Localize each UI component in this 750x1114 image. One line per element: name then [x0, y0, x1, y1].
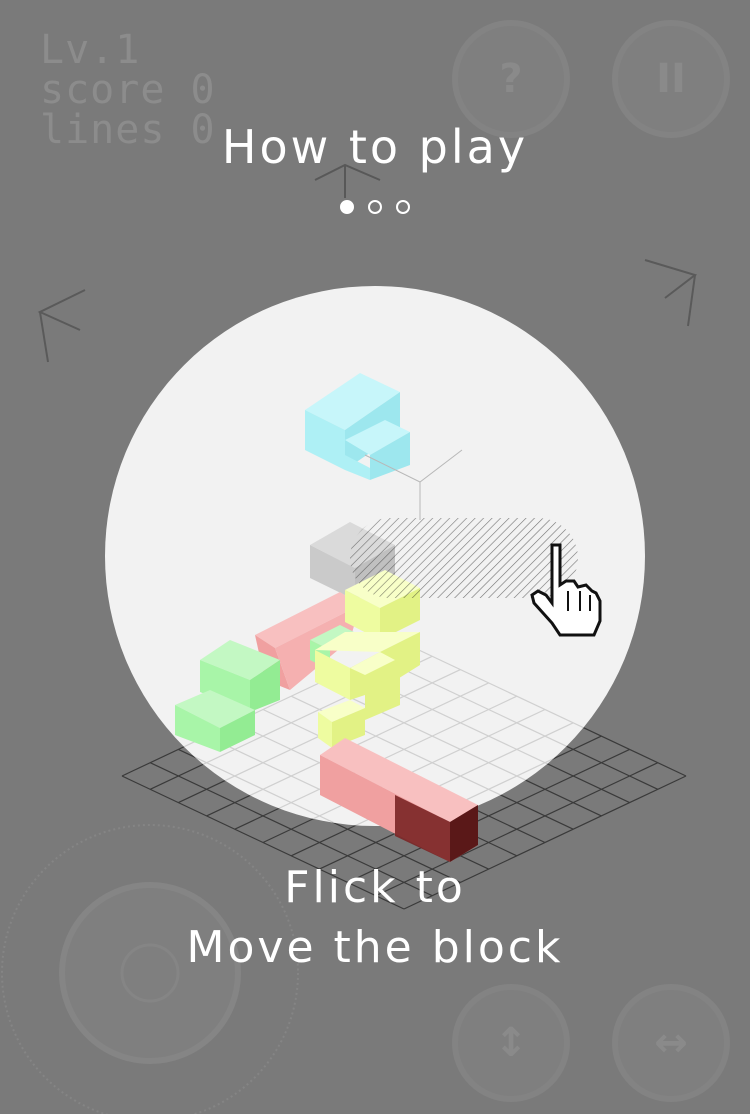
- page-dot-1[interactable]: [340, 200, 354, 214]
- flick-trail: [350, 518, 578, 598]
- page-indicator: [0, 200, 750, 214]
- tutorial-title: How to play: [221, 120, 529, 174]
- red-block-front: [320, 738, 478, 862]
- game-screen: Lv.1 score 0 lines 0 ? II ↕ ↔ How to pla…: [0, 0, 750, 1114]
- falling-block: [305, 373, 410, 480]
- caption-line-1: Flick to: [284, 862, 466, 913]
- caption-line-2: Move the block: [186, 922, 564, 973]
- page-dot-2[interactable]: [368, 200, 382, 214]
- page-dot-3[interactable]: [396, 200, 410, 214]
